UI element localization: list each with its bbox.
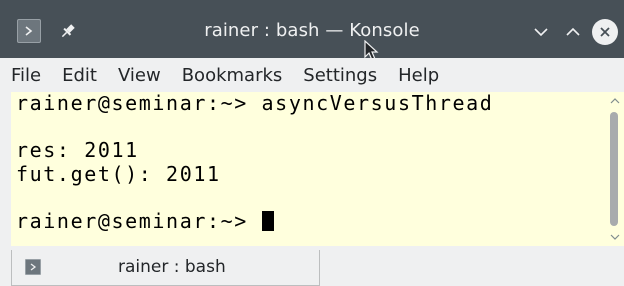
menu-bar: File Edit View Bookmarks Settings Help <box>0 58 624 92</box>
close-icon <box>600 27 610 37</box>
terminal-prompt-line: rainer@seminar:~> <box>16 208 605 234</box>
chevron-down-icon <box>534 28 548 37</box>
menu-edit[interactable]: Edit <box>62 65 97 86</box>
tab-label: rainer : bash <box>118 257 226 277</box>
scroll-up-button[interactable] <box>609 96 621 106</box>
terminal-line: rainer@seminar:~> asyncVersusThread <box>16 91 494 115</box>
close-button[interactable] <box>592 19 618 45</box>
title-bar[interactable]: rainer : bash — Konsole <box>0 0 624 61</box>
chevron-up-icon <box>610 98 620 104</box>
minimize-button[interactable] <box>528 19 554 45</box>
menu-bookmarks[interactable]: Bookmarks <box>182 65 283 86</box>
tab-rainer-bash[interactable]: rainer : bash <box>11 250 320 286</box>
konsole-icon <box>25 259 41 275</box>
terminal-line: fut.get(): 2011 <box>16 161 221 186</box>
menu-help[interactable]: Help <box>398 65 439 86</box>
scroll-down-button[interactable] <box>609 232 621 242</box>
terminal-line: res: 2011 <box>16 138 139 162</box>
vertical-scrollbar[interactable] <box>605 92 624 246</box>
konsole-window: rainer : bash — Konsole File Edit View B… <box>0 0 624 286</box>
text-cursor <box>261 210 274 231</box>
maximize-button[interactable] <box>560 19 586 45</box>
menu-settings[interactable]: Settings <box>303 65 377 86</box>
menu-view[interactable]: View <box>118 65 161 86</box>
terminal-output[interactable]: rainer@seminar:~> asyncVersusThread res:… <box>11 91 605 246</box>
scrollbar-handle[interactable] <box>610 112 618 226</box>
chevron-down-icon <box>610 234 620 240</box>
chevron-up-icon <box>566 27 580 36</box>
terminal-prompt: rainer@seminar:~> <box>16 208 262 233</box>
menu-file[interactable]: File <box>11 65 41 86</box>
tab-bar: rainer : bash <box>0 246 624 286</box>
